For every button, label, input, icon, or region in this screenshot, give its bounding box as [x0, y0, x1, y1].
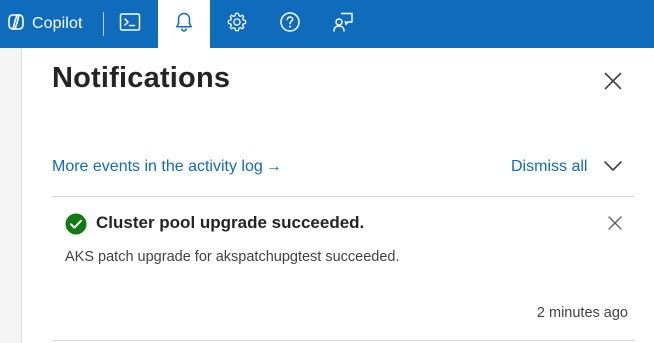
notification-description: AKS patch upgrade for akspatchupgtest su… — [65, 249, 400, 265]
feedback-icon — [332, 11, 354, 38]
notifications-button[interactable] — [158, 0, 210, 48]
help-icon — [279, 11, 301, 38]
notification-card[interactable]: Cluster pool upgrade succeeded. AKS patc… — [52, 197, 634, 340]
success-check-icon — [65, 213, 87, 235]
cloud-shell-button[interactable] — [104, 0, 156, 48]
page-title: Notifications — [52, 62, 231, 94]
close-icon — [608, 215, 622, 235]
close-panel-button[interactable] — [598, 68, 628, 98]
arrow-right-icon: → — [265, 158, 282, 175]
help-button[interactable] — [264, 0, 316, 48]
gear-icon — [226, 11, 248, 38]
chevron-down-icon — [603, 159, 623, 177]
feedback-button[interactable] — [317, 0, 369, 48]
activity-log-label: More events in the activity log — [52, 158, 263, 175]
close-icon — [604, 72, 622, 95]
notification-title: Cluster pool upgrade succeeded. — [96, 213, 365, 232]
dismiss-all-menu-button[interactable] — [600, 158, 626, 178]
divider — [52, 340, 634, 341]
copilot-button[interactable]: Copilot — [0, 0, 100, 48]
bell-icon — [174, 11, 194, 38]
settings-button[interactable] — [211, 0, 263, 48]
copilot-label: Copilot — [32, 15, 83, 32]
activity-log-link[interactable]: More events in the activity log → — [52, 158, 282, 176]
cloud-shell-icon — [119, 12, 141, 37]
top-bar: Copilot — [0, 0, 654, 48]
dismiss-notification-button[interactable] — [603, 213, 627, 237]
background-pane — [0, 48, 22, 343]
copilot-icon — [6, 12, 26, 37]
notification-timestamp: 2 minutes ago — [536, 305, 628, 321]
dismiss-all-button[interactable]: Dismiss all — [511, 158, 587, 176]
